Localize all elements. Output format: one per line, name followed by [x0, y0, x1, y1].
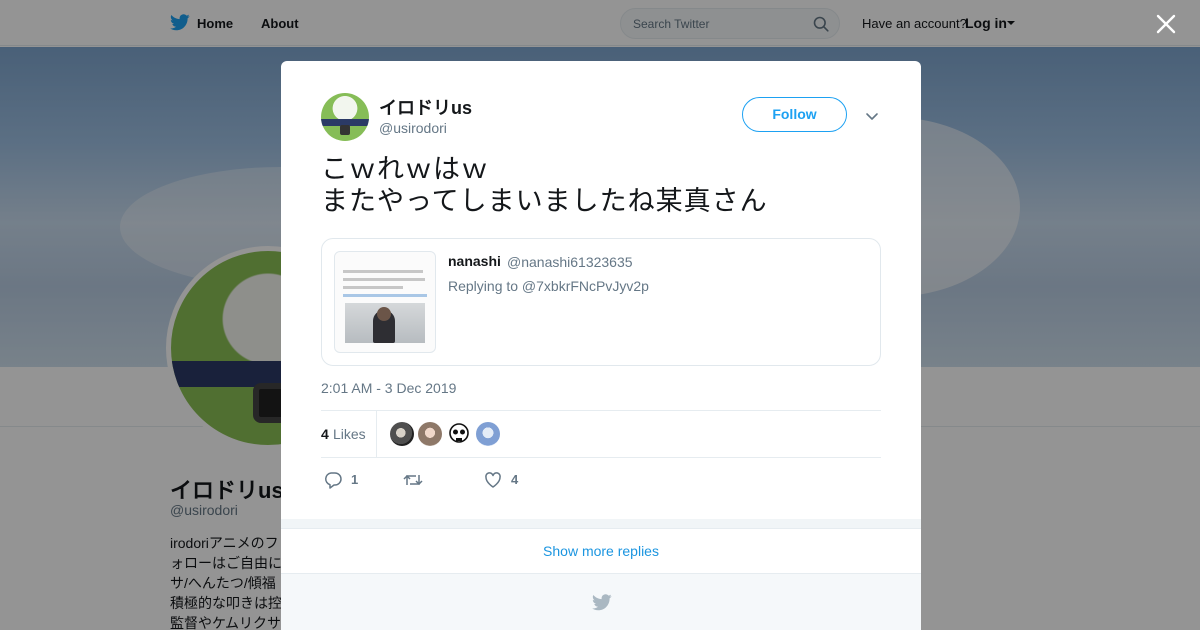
retweet-icon — [402, 474, 424, 494]
modal-separator — [281, 519, 921, 528]
follow-button[interactable]: Follow — [742, 97, 847, 132]
stats-divider — [376, 411, 377, 457]
thumbnail-link-line — [343, 294, 427, 297]
reply-icon — [323, 472, 343, 494]
show-more-replies-button[interactable]: Show more replies — [281, 528, 921, 574]
twitter-bird-icon — [592, 594, 612, 616]
likes-count[interactable]: 4 — [321, 426, 329, 442]
tweet-author-handle[interactable]: @usirodori — [379, 120, 447, 136]
tweet-text-line: こｗれｗはｗ — [321, 154, 489, 184]
tweet-timestamp[interactable]: 2:01 AM - 3 Dec 2019 — [321, 380, 456, 396]
tweet-text: こｗれｗはｗ またやってしまいましたね某真さん — [321, 153, 881, 217]
retweet-button[interactable] — [402, 470, 424, 490]
quoted-tweet-thumbnail[interactable] — [334, 251, 436, 353]
reply-button[interactable]: 1 — [323, 470, 358, 490]
modal-footer — [281, 574, 921, 630]
reply-count: 1 — [351, 472, 359, 487]
tweet-stats: 4 Likes — [321, 410, 881, 458]
thumbnail-text-line — [343, 270, 423, 273]
heart-icon — [483, 472, 503, 494]
liker-avatar[interactable] — [390, 422, 414, 446]
close-icon[interactable] — [1154, 12, 1178, 36]
liker-avatar[interactable] — [447, 422, 471, 446]
thumbnail-text-line — [343, 286, 403, 289]
tweet-modal: イロドリus @usirodori Follow こｗれｗはｗ またやってしまい… — [281, 61, 921, 630]
tweet-author-avatar[interactable] — [321, 93, 369, 141]
tweet-author-name[interactable]: イロドリus — [379, 94, 472, 120]
thumbnail-text-line — [343, 278, 425, 281]
liker-avatar[interactable] — [418, 422, 442, 446]
quoted-author-handle: @nanashi61323635 — [507, 254, 633, 270]
quoted-tweet-card[interactable]: nanashi @nanashi61323635 Replying to @7x… — [321, 238, 881, 366]
quoted-replying-to: Replying to @7xbkrFNcPvJyv2p — [448, 278, 649, 294]
thumbnail-person-head — [377, 307, 391, 321]
avatar-lens — [340, 125, 350, 135]
like-count: 4 — [511, 472, 519, 487]
likes-label[interactable]: Likes — [333, 426, 366, 442]
chevron-down-icon[interactable] — [864, 108, 880, 124]
quoted-author-name: nanashi — [448, 253, 501, 269]
like-button[interactable]: 4 — [483, 470, 518, 490]
liker-avatar[interactable] — [476, 422, 500, 446]
tweet-text-line: またやってしまいましたね某真さん — [321, 186, 768, 216]
